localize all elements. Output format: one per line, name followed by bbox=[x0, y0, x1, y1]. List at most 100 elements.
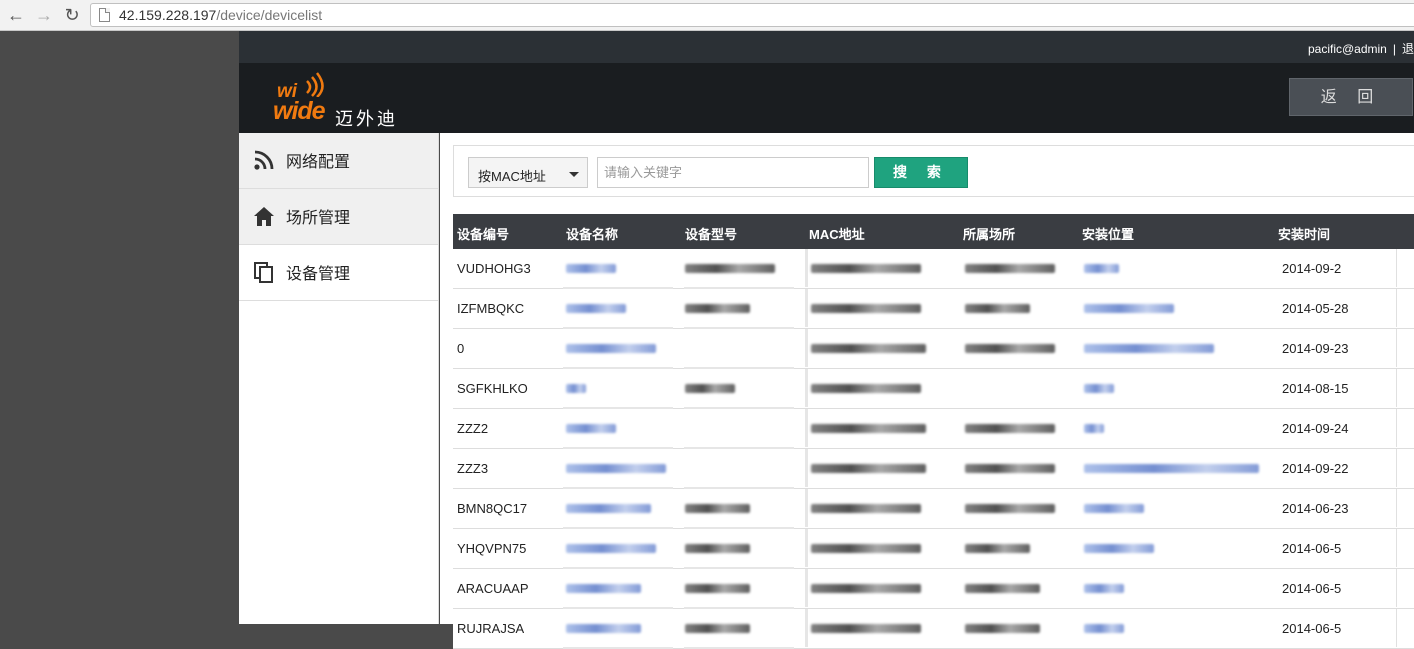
search-type-select[interactable]: 按MAC地址 bbox=[468, 157, 588, 188]
main-content: 按MAC地址 搜 索 设备编号 设备名称 设备型号 MAC地址 所属场所 安装位… bbox=[440, 133, 1414, 649]
column-divider bbox=[1396, 409, 1397, 447]
device-name-redacted bbox=[566, 584, 641, 593]
device-table: 设备编号 设备名称 设备型号 MAC地址 所属场所 安装位置 安装时间 VUDH… bbox=[453, 214, 1414, 649]
col-venue[interactable]: 所属场所 bbox=[963, 224, 1015, 243]
device-model-redacted bbox=[685, 544, 750, 553]
device-id: BMN8QC17 bbox=[457, 501, 528, 516]
device-name-redacted bbox=[566, 304, 626, 313]
table-row[interactable]: ZZZ3 2014-09-22 bbox=[453, 449, 1414, 489]
device-model-redacted bbox=[685, 624, 750, 633]
column-divider bbox=[805, 569, 808, 607]
location-redacted bbox=[1084, 264, 1119, 273]
device-name-redacted bbox=[566, 624, 641, 633]
column-divider bbox=[1396, 449, 1397, 487]
table-body: VUDHOHG3 2014-09-2 IZFMBQKC 2014-05-28 0 2014… bbox=[453, 249, 1414, 649]
venue-redacted bbox=[965, 424, 1055, 433]
sidebar-item-venue[interactable]: 场所管理 bbox=[239, 189, 438, 245]
wifi-waves-icon bbox=[306, 72, 324, 97]
table-row[interactable]: 0 2014-09-23 bbox=[453, 329, 1414, 369]
device-model-redacted bbox=[685, 384, 735, 393]
device-id: ZZZ2 bbox=[457, 421, 489, 436]
table-row[interactable]: ARACUAAP 2014-06-5 bbox=[453, 569, 1414, 609]
col-device-id[interactable]: 设备编号 bbox=[457, 224, 509, 243]
col-device-name[interactable]: 设备名称 bbox=[566, 224, 618, 243]
install-time: 2014-05-28 bbox=[1282, 301, 1349, 316]
user-bar: pacific@admin | 退 bbox=[239, 31, 1414, 63]
sidebar-item-label: 网络配置 bbox=[286, 154, 351, 171]
install-time: 2014-09-24 bbox=[1282, 421, 1349, 436]
location-redacted bbox=[1084, 464, 1259, 473]
location-redacted bbox=[1084, 344, 1214, 353]
copy-icon bbox=[254, 262, 273, 283]
page-margin bbox=[0, 31, 239, 624]
user-separator: | bbox=[1392, 42, 1396, 56]
mac-redacted bbox=[811, 264, 921, 273]
address-bar[interactable]: 42.159.228.197/device/devicelist bbox=[90, 3, 1414, 27]
device-name-redacted bbox=[566, 424, 616, 433]
user-name: pacific@admin bbox=[1307, 42, 1387, 56]
device-id: VUDHOHG3 bbox=[457, 261, 531, 276]
install-time: 2014-09-23 bbox=[1282, 341, 1349, 356]
column-divider bbox=[805, 529, 808, 567]
install-time: 2014-06-5 bbox=[1282, 621, 1342, 636]
back-arrow-icon[interactable]: ← bbox=[6, 5, 26, 25]
reload-icon[interactable]: ↻ bbox=[62, 5, 82, 25]
column-divider bbox=[1396, 609, 1397, 647]
table-row[interactable]: RUJRAJSA 2014-06-5 bbox=[453, 609, 1414, 649]
device-model-redacted bbox=[685, 264, 775, 273]
mac-redacted bbox=[811, 384, 921, 393]
select-value: 按MAC地址 bbox=[478, 169, 546, 184]
keyword-input[interactable] bbox=[597, 157, 869, 188]
table-header: 设备编号 设备名称 设备型号 MAC地址 所属场所 安装位置 安装时间 bbox=[453, 214, 1414, 249]
device-name-redacted bbox=[566, 464, 666, 473]
venue-redacted bbox=[965, 304, 1030, 313]
col-device-model[interactable]: 设备型号 bbox=[685, 224, 737, 243]
location-redacted bbox=[1084, 544, 1154, 553]
install-time: 2014-08-15 bbox=[1282, 381, 1349, 396]
install-time: 2014-09-22 bbox=[1282, 461, 1349, 476]
location-redacted bbox=[1084, 424, 1104, 433]
table-row[interactable]: VUDHOHG3 2014-09-2 bbox=[453, 249, 1414, 289]
location-redacted bbox=[1084, 384, 1114, 393]
device-id: YHQVPN75 bbox=[457, 541, 527, 556]
mac-redacted bbox=[811, 544, 921, 553]
app-header: wi wide 迈外迪 返 回 bbox=[239, 63, 1414, 133]
sidebar-item-label: 场所管理 bbox=[286, 210, 351, 227]
device-name-redacted bbox=[566, 344, 656, 353]
col-location[interactable]: 安装位置 bbox=[1082, 224, 1134, 243]
back-button[interactable]: 返 回 bbox=[1289, 78, 1413, 116]
wiwide-logo: wi wide 迈外迪 bbox=[273, 69, 413, 129]
sidebar-item-label: 设备管理 bbox=[286, 266, 351, 283]
device-id: IZFMBQKC bbox=[457, 301, 525, 316]
search-button[interactable]: 搜 索 bbox=[874, 157, 968, 188]
table-row[interactable]: SGFKHLKO 2014-08-15 bbox=[453, 369, 1414, 409]
column-divider bbox=[1396, 529, 1397, 567]
chevron-down-icon bbox=[569, 172, 579, 177]
mac-redacted bbox=[811, 424, 926, 433]
table-row[interactable]: BMN8QC17 2014-06-23 bbox=[453, 489, 1414, 529]
location-redacted bbox=[1084, 584, 1124, 593]
sidebar-item-network[interactable]: 网络配置 bbox=[239, 133, 438, 189]
logout-link[interactable]: 退 bbox=[1402, 42, 1414, 56]
column-divider bbox=[805, 449, 808, 487]
col-install-time[interactable]: 安装时间 bbox=[1278, 224, 1330, 243]
venue-redacted bbox=[965, 504, 1055, 513]
mac-redacted bbox=[811, 464, 926, 473]
table-row[interactable]: YHQVPN75 2014-06-5 bbox=[453, 529, 1414, 569]
table-row[interactable]: ZZZ2 2014-09-24 bbox=[453, 409, 1414, 449]
venue-redacted bbox=[965, 624, 1040, 633]
venue-redacted bbox=[965, 264, 1055, 273]
col-mac[interactable]: MAC地址 bbox=[809, 224, 865, 243]
location-redacted bbox=[1084, 304, 1174, 313]
url-text: 42.159.228.197/device/devicelist bbox=[119, 7, 323, 23]
mac-redacted bbox=[811, 304, 921, 313]
sidebar-item-device[interactable]: 设备管理 bbox=[239, 245, 438, 301]
device-name-redacted bbox=[566, 264, 616, 273]
forward-arrow-icon[interactable]: → bbox=[34, 5, 54, 25]
table-row[interactable]: IZFMBQKC 2014-05-28 bbox=[453, 289, 1414, 329]
mac-redacted bbox=[811, 504, 921, 513]
device-model-redacted bbox=[685, 584, 750, 593]
logo-wide: wide bbox=[273, 97, 326, 125]
logo-brand: 迈外迪 bbox=[335, 109, 398, 129]
venue-redacted bbox=[965, 584, 1040, 593]
